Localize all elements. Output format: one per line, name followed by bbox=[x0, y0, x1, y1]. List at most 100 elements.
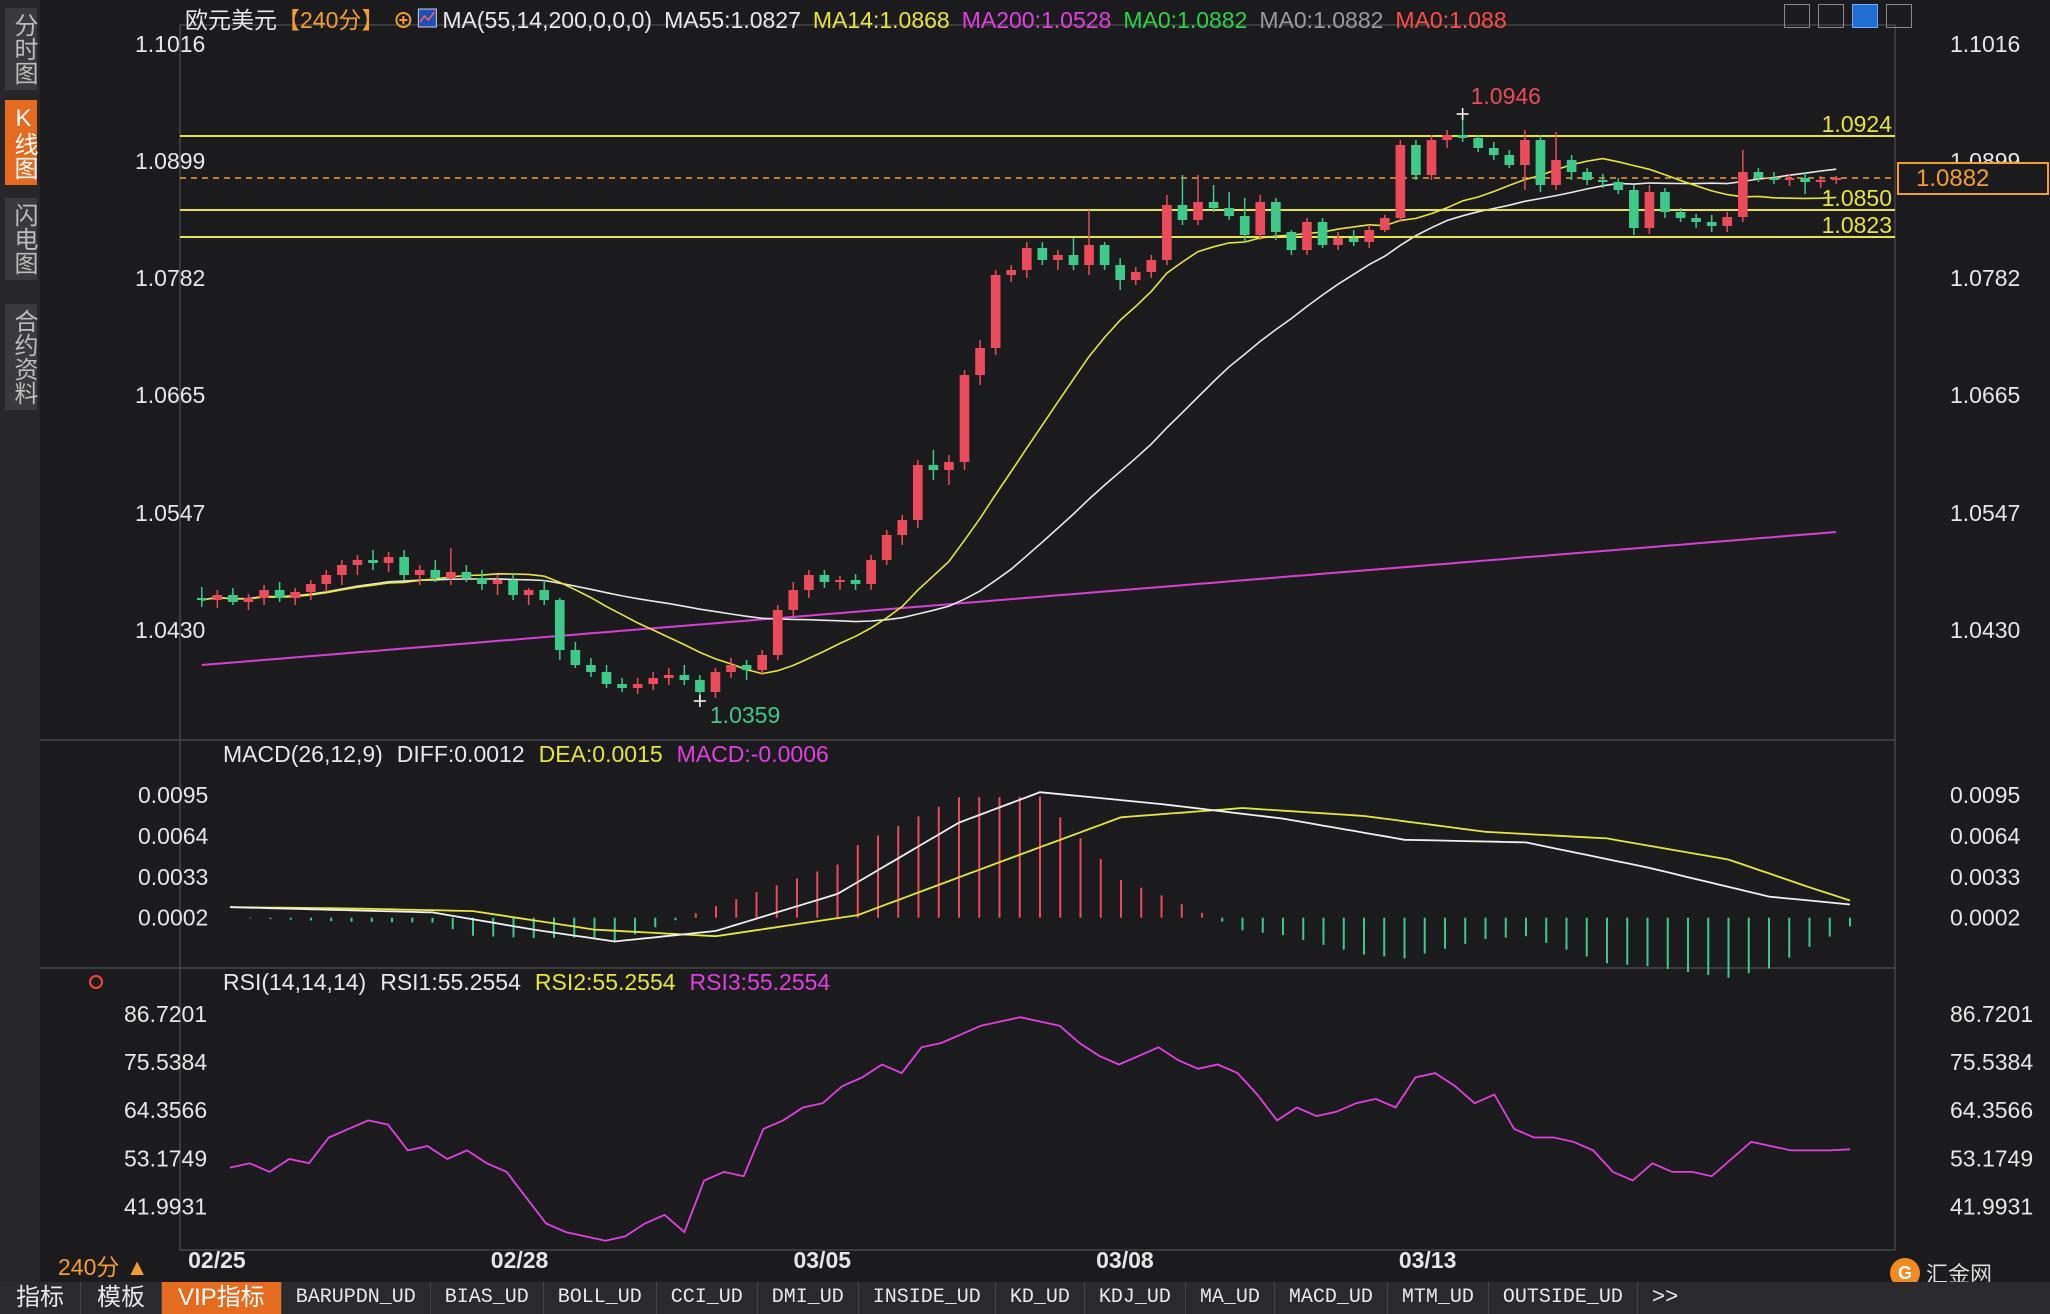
candle-body[interactable] bbox=[321, 575, 332, 584]
candle-body[interactable] bbox=[1130, 272, 1141, 280]
candle-body[interactable] bbox=[508, 580, 518, 595]
candle-body[interactable] bbox=[305, 584, 316, 592]
candle-body[interactable] bbox=[1364, 230, 1375, 242]
candle-body[interactable] bbox=[1753, 172, 1764, 178]
candle-body[interactable] bbox=[352, 560, 363, 565]
candle-body[interactable] bbox=[1706, 222, 1717, 226]
indicator-tab-11[interactable]: MA_UD bbox=[1186, 1282, 1275, 1314]
candle-body[interactable] bbox=[1488, 148, 1499, 155]
indicator-tab-3[interactable]: BARUPDN_UD bbox=[282, 1282, 431, 1314]
indicator-tab-12[interactable]: MACD_UD bbox=[1275, 1282, 1388, 1314]
candle-body[interactable] bbox=[928, 465, 939, 470]
candle-body[interactable] bbox=[554, 600, 565, 650]
candle-body[interactable] bbox=[1286, 232, 1297, 250]
candle-body[interactable] bbox=[990, 275, 1001, 348]
candle-body[interactable] bbox=[430, 570, 441, 578]
candle-body[interactable] bbox=[1426, 140, 1437, 175]
candle-body[interactable] bbox=[1021, 248, 1032, 270]
candle-body[interactable] bbox=[290, 592, 301, 598]
candle-body[interactable] bbox=[1597, 180, 1608, 182]
candle-body[interactable] bbox=[648, 678, 659, 684]
candle-body[interactable] bbox=[1582, 172, 1592, 180]
candle-body[interactable] bbox=[1675, 212, 1686, 218]
candle-body[interactable] bbox=[461, 572, 472, 578]
indicator-tab-2[interactable]: VIP指标 bbox=[162, 1282, 282, 1314]
candle-body[interactable] bbox=[959, 375, 970, 462]
indicator-tab-6[interactable]: CCI_UD bbox=[657, 1282, 758, 1314]
candle-body[interactable] bbox=[1099, 245, 1110, 265]
candle-body[interactable] bbox=[772, 610, 783, 655]
candle-body[interactable] bbox=[1722, 217, 1733, 226]
candle-body[interactable] bbox=[1084, 245, 1094, 265]
candle-body[interactable] bbox=[399, 557, 409, 575]
candle-body[interactable] bbox=[679, 675, 690, 680]
candle-body[interactable] bbox=[788, 590, 799, 610]
candle-body[interactable] bbox=[1442, 135, 1452, 140]
sidebar-tab-0[interactable]: 分时图 bbox=[5, 8, 37, 90]
candle-body[interactable] bbox=[259, 590, 269, 598]
candle-body[interactable] bbox=[1815, 180, 1826, 182]
candle-body[interactable] bbox=[897, 520, 908, 535]
candle-body[interactable] bbox=[1613, 182, 1624, 190]
candle-body[interactable] bbox=[632, 684, 643, 688]
candle-body[interactable] bbox=[1800, 178, 1810, 182]
indicator-tab-1[interactable]: 模板 bbox=[81, 1282, 162, 1314]
candle-body[interactable] bbox=[850, 580, 861, 584]
indicator-tab-0[interactable]: 指标 bbox=[0, 1282, 81, 1314]
candle-body[interactable] bbox=[477, 578, 487, 584]
candle-body[interactable] bbox=[1053, 255, 1063, 260]
candle-body[interactable] bbox=[243, 598, 254, 602]
candle-body[interactable] bbox=[1457, 135, 1468, 138]
sidebar-tab-1[interactable]: K线图 bbox=[5, 100, 37, 185]
candle-body[interactable] bbox=[414, 570, 425, 575]
candle-body[interactable] bbox=[835, 580, 845, 582]
candle-body[interactable] bbox=[1208, 202, 1219, 208]
candle-body[interactable] bbox=[1317, 222, 1328, 245]
candle-body[interactable] bbox=[601, 672, 612, 684]
grid-icon[interactable] bbox=[1784, 4, 1810, 28]
more-indicators-button[interactable]: >> bbox=[1638, 1282, 1692, 1314]
indicator-tab-4[interactable]: BIAS_UD bbox=[431, 1282, 544, 1314]
line-chart-icon[interactable] bbox=[1852, 4, 1878, 28]
candle-body[interactable] bbox=[212, 595, 223, 600]
candle-body[interactable] bbox=[1535, 140, 1546, 185]
candle-body[interactable] bbox=[1115, 265, 1126, 280]
candle-body[interactable] bbox=[1193, 202, 1203, 220]
candle-body[interactable] bbox=[944, 462, 954, 470]
candle-body[interactable] bbox=[912, 465, 923, 520]
candle-body[interactable] bbox=[819, 575, 830, 582]
candle-body[interactable] bbox=[1769, 178, 1779, 180]
candle-body[interactable] bbox=[757, 655, 767, 670]
candle-body[interactable] bbox=[539, 590, 550, 600]
candle-body[interactable] bbox=[228, 595, 238, 602]
candle-body[interactable] bbox=[1737, 172, 1748, 217]
candle-body[interactable] bbox=[1255, 202, 1266, 235]
sidebar-tab-2[interactable]: 闪电图 bbox=[5, 198, 37, 280]
candle-body[interactable] bbox=[741, 665, 752, 670]
indicator-tab-7[interactable]: DMI_UD bbox=[758, 1282, 859, 1314]
candle-body[interactable] bbox=[1551, 160, 1561, 185]
candle-body[interactable] bbox=[1566, 160, 1577, 172]
candle-body[interactable] bbox=[196, 598, 207, 600]
candle-body[interactable] bbox=[1333, 238, 1343, 245]
indicator-tab-13[interactable]: MTM_UD bbox=[1388, 1282, 1489, 1314]
candle-body[interactable] bbox=[1644, 192, 1655, 228]
candle-body[interactable] bbox=[1224, 208, 1234, 216]
candle-body[interactable] bbox=[1691, 218, 1701, 222]
candle-body[interactable] bbox=[1177, 205, 1188, 220]
candle-body[interactable] bbox=[1162, 205, 1172, 260]
candle-body[interactable] bbox=[492, 580, 503, 584]
candle-body[interactable] bbox=[1379, 218, 1390, 230]
candle-body[interactable] bbox=[1068, 255, 1079, 265]
candle-body[interactable] bbox=[586, 665, 596, 672]
candle-body[interactable] bbox=[1239, 216, 1250, 235]
candle-body[interactable] bbox=[1504, 155, 1515, 165]
candle-body[interactable] bbox=[710, 672, 721, 692]
candle-body[interactable] bbox=[1660, 192, 1670, 212]
candle-body[interactable] bbox=[663, 675, 674, 678]
candle-body[interactable] bbox=[1271, 202, 1281, 232]
candle-body[interactable] bbox=[1006, 270, 1017, 275]
candle-body[interactable] bbox=[570, 650, 581, 665]
candle-body[interactable] bbox=[1520, 140, 1530, 165]
candle-body[interactable] bbox=[881, 535, 892, 560]
